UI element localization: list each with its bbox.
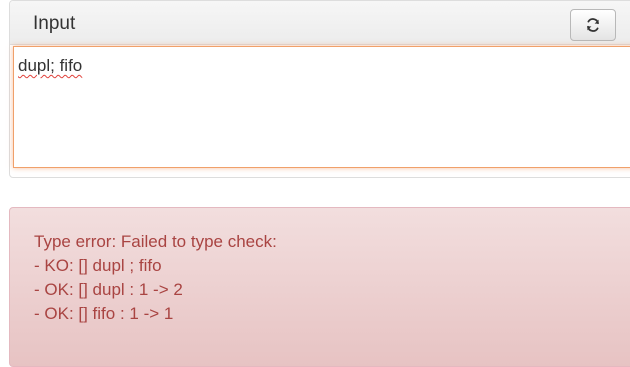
- error-message-line: - OK: [] fifo : 1 -> 1: [34, 304, 174, 323]
- error-alert: Type error: Failed to type check: - KO: …: [9, 207, 630, 367]
- panel-title: Input: [33, 13, 76, 34]
- error-message-line: Type error: Failed to type check:: [34, 232, 277, 251]
- error-message-line: - KO: [] dupl ; fifo: [34, 256, 162, 275]
- code-input[interactable]: dupl; fifo: [13, 46, 630, 168]
- panel-heading: Input: [10, 1, 630, 45]
- refresh-button[interactable]: [570, 9, 616, 41]
- code-input-text: dupl; fifo: [18, 56, 83, 75]
- error-message-line: - OK: [] dupl : 1 -> 2: [34, 280, 183, 299]
- input-panel: Input dupl; fifo: [9, 0, 630, 178]
- refresh-icon: [587, 18, 599, 32]
